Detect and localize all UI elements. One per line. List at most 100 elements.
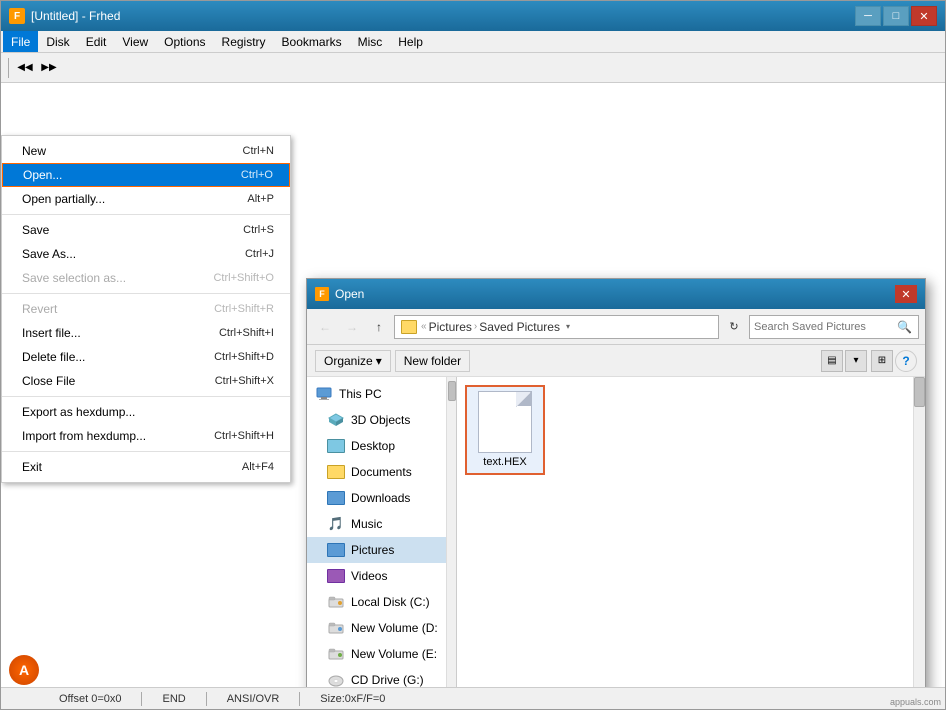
title-bar-left: F [Untitled] - Frhed: [9, 8, 120, 24]
menu-view[interactable]: View: [114, 31, 156, 52]
cd-g-icon: [327, 671, 345, 687]
nav-refresh-button[interactable]: ↻: [722, 315, 746, 339]
addr-sep-1: «: [421, 321, 427, 332]
this-pc-icon: [315, 385, 333, 403]
site-watermark: appuals.com: [886, 695, 945, 709]
documents-icon: [327, 463, 345, 481]
status-encoding: ANSI/OVR: [227, 693, 280, 705]
file-item-text-hex[interactable]: text.HEX: [465, 385, 545, 475]
addr-pictures: Pictures: [429, 320, 472, 334]
menu-bookmarks[interactable]: Bookmarks: [274, 31, 350, 52]
nav-item-3d-label: 3D Objects: [351, 413, 410, 427]
nav-item-this-pc-label: This PC: [339, 387, 382, 401]
nav-item-music-label: Music: [351, 517, 382, 531]
minimize-button[interactable]: ─: [855, 6, 881, 26]
nav-item-documents-label: Documents: [351, 465, 412, 479]
organize-arrow: ▾: [376, 354, 382, 368]
new-vol-d-icon: [327, 619, 345, 637]
address-bar[interactable]: « Pictures › Saved Pictures ▾: [394, 315, 719, 339]
status-bar: A Offset 0=0x0 END ANSI/OVR Size:0xF/F=0…: [1, 687, 945, 709]
dialog-nav: ← → ↑ « Pictures › Saved Pictures ▾ ↻: [307, 309, 925, 345]
help-button[interactable]: ?: [895, 350, 917, 372]
search-box[interactable]: 🔍: [749, 315, 919, 339]
status-sep-1: [141, 692, 142, 706]
menu-disk[interactable]: Disk: [38, 31, 77, 52]
nav-scrollbar: [446, 377, 456, 687]
nav-item-cd-g[interactable]: CD Drive (G:): [307, 667, 456, 687]
search-icon: 🔍: [897, 320, 912, 334]
nav-item-desktop-label: Desktop: [351, 439, 395, 453]
menu-misc[interactable]: Misc: [350, 31, 391, 52]
toolbar-sep-1: [8, 58, 9, 78]
nav-item-new-vol-d-label: New Volume (D:: [351, 621, 438, 635]
nav-item-new-vol-e-label: New Volume (E:: [351, 647, 437, 661]
address-breadcrumb: « Pictures › Saved Pictures: [421, 320, 560, 334]
address-dropdown-arrow[interactable]: ▾: [566, 322, 570, 331]
maximize-button[interactable]: □: [883, 6, 909, 26]
nav-item-downloads-label: Downloads: [351, 491, 410, 505]
address-folder-icon: [401, 320, 417, 334]
status-offset: Offset 0=0x0: [59, 693, 121, 705]
nav-back-button[interactable]: ←: [313, 315, 337, 339]
nav-item-new-vol-d[interactable]: New Volume (D:: [307, 615, 456, 641]
nav-scrollbar-thumb[interactable]: [448, 381, 456, 401]
nav-forward-button[interactable]: →: [340, 315, 364, 339]
title-bar: F [Untitled] - Frhed ─ □ ✕: [1, 1, 945, 31]
music-icon: 🎵: [327, 515, 345, 533]
app-title: [Untitled] - Frhed: [31, 9, 120, 23]
videos-icon: [327, 567, 345, 585]
content-scrollbar: [913, 377, 925, 687]
status-end: END: [162, 693, 185, 705]
nav-item-downloads[interactable]: Downloads: [307, 485, 456, 511]
file-name-text-hex: text.HEX: [483, 456, 526, 469]
toolbar: ◀◀ ▶▶: [1, 53, 945, 83]
organize-button[interactable]: Organize ▾: [315, 350, 391, 372]
organize-label: Organize: [324, 354, 373, 368]
new-folder-button[interactable]: New folder: [395, 350, 470, 372]
nav-item-pictures-label: Pictures: [351, 543, 394, 557]
close-button[interactable]: ✕: [911, 6, 937, 26]
new-vol-e-icon: [327, 645, 345, 663]
nav-item-cd-g-label: CD Drive (G:): [351, 673, 424, 687]
nav-item-music[interactable]: 🎵 Music: [307, 511, 456, 537]
nav-item-pictures[interactable]: Pictures: [307, 537, 456, 563]
title-buttons: ─ □ ✕: [855, 6, 937, 26]
nav-item-local-c-label: Local Disk (C:): [351, 595, 430, 609]
nav-item-this-pc[interactable]: This PC: [307, 381, 456, 407]
nav-item-local-c[interactable]: Local Disk (C:): [307, 589, 456, 615]
dialog-overlay: F Open ✕ ← → ↑ « Pictures ›: [1, 83, 945, 687]
view-btn-2[interactable]: ⊞: [871, 350, 893, 372]
menu-file[interactable]: File: [3, 31, 38, 52]
dialog-title-icon: F: [315, 287, 329, 301]
menu-help[interactable]: Help: [390, 31, 431, 52]
file-icon-text-hex: [478, 391, 532, 453]
status-sep-3: [299, 692, 300, 706]
dialog-body: This PC 3D Objects Deskt: [307, 377, 925, 687]
nav-up-button[interactable]: ↑: [367, 315, 391, 339]
toolbar-btn-2[interactable]: ▶▶: [38, 57, 60, 79]
view-btn-1[interactable]: ▤: [821, 350, 843, 372]
nav-item-videos[interactable]: Videos: [307, 563, 456, 589]
menu-registry[interactable]: Registry: [214, 31, 274, 52]
open-dialog: F Open ✕ ← → ↑ « Pictures ›: [306, 278, 926, 687]
nav-item-3d-objects[interactable]: 3D Objects: [307, 407, 456, 433]
nav-item-new-vol-e[interactable]: New Volume (E:: [307, 641, 456, 667]
dialog-close-button[interactable]: ✕: [895, 285, 917, 303]
view-btn-dropdown[interactable]: ▾: [845, 350, 867, 372]
content-pane: text.HEX: [457, 377, 925, 687]
main-window: F [Untitled] - Frhed ─ □ ✕ File Disk Edi…: [0, 0, 946, 710]
3d-objects-icon: [327, 411, 345, 429]
nav-item-desktop[interactable]: Desktop: [307, 433, 456, 459]
dialog-toolbar: Organize ▾ New folder ▤ ▾ ⊞ ?: [307, 345, 925, 377]
addr-saved-pictures: Saved Pictures: [479, 320, 560, 334]
content-scrollbar-thumb[interactable]: [914, 377, 925, 407]
desktop-icon: [327, 437, 345, 455]
menu-edit[interactable]: Edit: [78, 31, 115, 52]
menu-bar: File Disk Edit View Options Registry Boo…: [1, 31, 945, 53]
toolbar-btn-1[interactable]: ◀◀: [14, 57, 36, 79]
nav-item-videos-label: Videos: [351, 569, 387, 583]
nav-item-documents[interactable]: Documents: [307, 459, 456, 485]
search-input[interactable]: [754, 321, 894, 333]
menu-options[interactable]: Options: [156, 31, 213, 52]
nav-pane: This PC 3D Objects Deskt: [307, 377, 457, 687]
